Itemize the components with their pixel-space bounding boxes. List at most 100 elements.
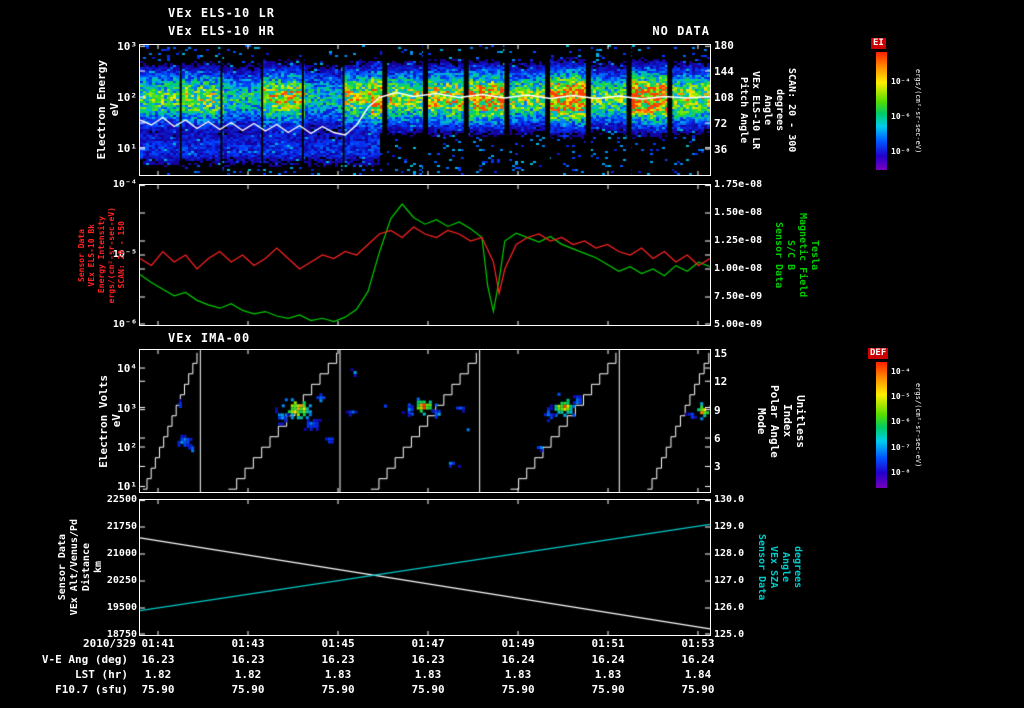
p1-left-axis-title-line: eV bbox=[108, 103, 121, 117]
row-value: 16.24 bbox=[591, 653, 625, 666]
row-value: 1.83 bbox=[504, 668, 532, 681]
intensity-magfield-canvas bbox=[140, 185, 710, 325]
p4-left-axis-title-line: Distance bbox=[81, 543, 92, 592]
p2-right-tick: 1.25e-08 bbox=[714, 235, 763, 246]
row-value: 75.90 bbox=[681, 683, 715, 696]
p2-right-tick: 5.00e-09 bbox=[714, 319, 763, 330]
row-value: 16.24 bbox=[681, 653, 715, 666]
els-spectrogram-canvas bbox=[140, 45, 710, 175]
p2-left-axis-title-line: VEx ELS-10 Bk bbox=[87, 223, 96, 287]
p2-left-axis-title-line: ergs/(cm²-sr-sec-eV) bbox=[107, 206, 116, 304]
p4-left-axis-title-line: VEx Alt/Venus/Pd bbox=[69, 519, 80, 616]
panel-ima-spectrogram bbox=[139, 349, 711, 493]
row-value: 1.84 bbox=[684, 668, 712, 681]
panel1-title-els-lr: VEx ELS-10 LR bbox=[168, 6, 275, 20]
p3-right-tick: 6 bbox=[714, 432, 721, 446]
p4-right-tick: 129.0 bbox=[714, 521, 745, 532]
colorbar-unit-text: ergs/(cm²-sr-sec-eV) bbox=[914, 382, 922, 468]
p4-left-axis-title-line: km bbox=[93, 561, 104, 574]
p1-right-tick: 180 bbox=[714, 39, 734, 52]
p3-right-tick: 3 bbox=[714, 460, 721, 474]
p2-right-axis-title-line: S/C B bbox=[785, 239, 796, 271]
p1-right-axis-title-line: degrees bbox=[774, 88, 785, 132]
row-value: 1.83 bbox=[324, 668, 352, 681]
time-tick-label: 01:51 bbox=[591, 637, 625, 650]
row-label-lst: LST (hr) bbox=[75, 668, 128, 681]
p2-left-axis-title: Sensor Data VEx ELS-10 Bk Energy Intensity… bbox=[77, 185, 126, 325]
p3-left-axis-title-line: eV bbox=[110, 414, 123, 428]
row-value: 75.90 bbox=[321, 683, 355, 696]
altitude-sza-canvas bbox=[140, 500, 710, 635]
colorbar-tick: 10⁻⁷ bbox=[891, 442, 911, 452]
p1-right-axis-title: Pitch Angle VEx ELS-10 LR Angle degrees SCAN… bbox=[738, 45, 797, 175]
p1-left-axis-title: Electron Energy eV bbox=[95, 45, 121, 175]
p1-right-axis-title-line: SCAN: 20 - 300 bbox=[786, 67, 797, 153]
time-tick-label: 01:43 bbox=[231, 637, 265, 650]
row-value: 75.90 bbox=[411, 683, 445, 696]
p3-left-axis-title: Electron Volts eV bbox=[97, 350, 123, 492]
colorbar-tick: 10⁻⁸ bbox=[891, 147, 911, 157]
row-value: 1.82 bbox=[234, 668, 262, 681]
p3-right-axis-title-line: Index bbox=[781, 404, 794, 438]
p1-right-tick: 108 bbox=[714, 91, 734, 104]
p3-left-tick: 10⁴ bbox=[117, 362, 137, 376]
p2-right-tick: 1.50e-08 bbox=[714, 207, 763, 218]
colorbar-tick: 10⁻⁸ bbox=[891, 467, 911, 477]
panel-altitude-sza bbox=[139, 499, 711, 636]
row-value: 16.23 bbox=[321, 653, 355, 666]
p1-right-tick: 72 bbox=[714, 117, 728, 130]
p2-left-axis-title-line: Sensor Data bbox=[77, 228, 86, 282]
p4-right-tick: 127.0 bbox=[714, 575, 745, 586]
row-value: 1.82 bbox=[144, 668, 172, 681]
colorbar-unit: ergs/(cm²-sr-sec-eV) bbox=[914, 52, 922, 170]
p4-right-tick: 126.0 bbox=[714, 602, 745, 613]
colorbar-ei-label: EI bbox=[871, 38, 886, 49]
ima-spectrogram-canvas bbox=[140, 350, 710, 492]
time-tick-label: 01:53 bbox=[681, 637, 715, 650]
colorbar-unit-text: ergs/(cm²-sr-sec-eV) bbox=[914, 68, 922, 154]
p3-right-tick: 9 bbox=[714, 403, 721, 417]
panel-intensity-magfield bbox=[139, 184, 711, 326]
panel3-title-ima: VEx IMA-00 bbox=[168, 331, 251, 345]
colorbar-def-gradient bbox=[876, 362, 887, 488]
p3-left-tick: 10¹ bbox=[117, 480, 137, 494]
p2-left-axis-title-line: Energy Intensity bbox=[97, 216, 106, 294]
p2-right-axis-title-line: Magnetic Field bbox=[797, 212, 808, 298]
p4-left-axis-title-line: Sensor Data bbox=[57, 534, 68, 601]
time-tick-label: 01:41 bbox=[141, 637, 175, 650]
p3-right-axis-title: Mode Polar Angle Index Unitless bbox=[755, 350, 807, 492]
row-value: 1.83 bbox=[594, 668, 622, 681]
p1-right-axis-title-line: Pitch Angle bbox=[738, 76, 749, 144]
row-label-ve-ang: V-E Ang (deg) bbox=[41, 653, 128, 666]
p1-left-axis-title-line: Electron Energy bbox=[95, 60, 108, 160]
colorbar-unit: ergs/(cm²-sr-sec-eV) bbox=[914, 362, 922, 488]
p3-right-tick: 12 bbox=[714, 375, 728, 389]
time-tick-label: 01:49 bbox=[501, 637, 535, 650]
p2-right-tick: 1.00e-08 bbox=[714, 263, 763, 274]
colorbar-tick: 10⁻⁵ bbox=[891, 392, 911, 402]
row-value: 1.83 bbox=[414, 668, 442, 681]
p2-right-axis-title-line: Tesla bbox=[809, 239, 820, 271]
row-value: 16.23 bbox=[141, 653, 175, 666]
colorbar-tick: 10⁻⁶ bbox=[891, 417, 911, 427]
p2-right-axis-title: Sensor Data S/C B Magnetic Field Tesla bbox=[773, 185, 820, 325]
row-value: 16.23 bbox=[231, 653, 265, 666]
row-value: 75.90 bbox=[591, 683, 625, 696]
panel-els-spectrogram bbox=[139, 44, 711, 176]
vex-quicklook-screen: VEx ELS-10 LR VEx ELS-10 HR NO DATA VEx … bbox=[0, 0, 1024, 708]
p3-right-axis-title-line: Mode bbox=[755, 407, 768, 435]
row-value: 75.90 bbox=[231, 683, 265, 696]
p3-right-axis-title-line: Polar Angle bbox=[768, 384, 781, 458]
p4-right-axis-title-line: VEx SZA bbox=[768, 546, 779, 589]
p1-right-tick: 36 bbox=[714, 143, 728, 156]
p2-right-tick: 1.75e-08 bbox=[714, 179, 763, 190]
p2-right-tick: 7.50e-09 bbox=[714, 291, 763, 302]
p3-right-axis-title-line: Unitless bbox=[794, 394, 807, 448]
p3-left-axis-title-line: Electron Volts bbox=[97, 374, 110, 468]
colorbar-tick: 10⁻⁶ bbox=[891, 111, 911, 121]
p3-right-tick: 15 bbox=[714, 346, 728, 360]
p2-left-axis-title-line: SCAN: 20 - 150 bbox=[117, 221, 126, 289]
p4-left-axis-title: Sensor Data VEx Alt/Venus/Pd Distance km bbox=[57, 500, 104, 635]
time-tick-label: 01:47 bbox=[411, 637, 445, 650]
row-value: 16.24 bbox=[501, 653, 535, 666]
